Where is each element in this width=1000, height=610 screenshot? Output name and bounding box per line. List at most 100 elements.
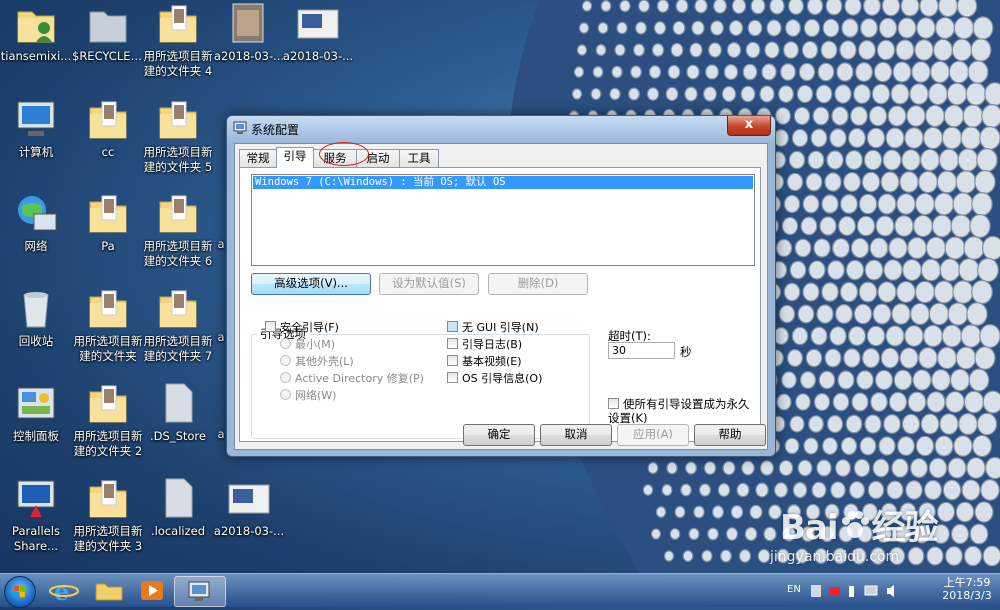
folder-icon <box>89 101 127 139</box>
facade-disc <box>745 41 761 59</box>
advanced-options-button[interactable]: 高级选项(V)... <box>251 273 371 295</box>
desktop-icon-label: Parallels <box>12 524 60 538</box>
minimal-radio[interactable]: 最小(M) <box>280 338 335 352</box>
facade-disc <box>956 0 978 18</box>
facade-disc <box>953 435 973 457</box>
set-default-button[interactable]: 设为默认值(S) <box>379 273 479 295</box>
alternate-shell-radio[interactable]: 其他外壳(L) <box>280 355 354 369</box>
permanent-settings-checkbox[interactable]: 使所有引导设置成为永久设置(K) <box>608 397 758 425</box>
os-list-item[interactable]: Windows 7 (C:\Windows) : 当前 OS; 默认 OS <box>253 176 753 189</box>
tab-boot[interactable]: 引导 <box>276 147 314 168</box>
title-bar[interactable]: 系统配置 x <box>227 116 775 142</box>
ok-button[interactable]: 确定 <box>463 424 535 446</box>
taskbar-media-player[interactable] <box>128 576 178 605</box>
os-list[interactable]: Windows 7 (C:\Windows) : 当前 OS; 默认 OS <box>251 174 755 266</box>
facade-disc <box>888 237 908 259</box>
facade-disc <box>784 437 800 455</box>
facade-disc <box>816 459 832 477</box>
safe-boot-checkbox[interactable]: 安全引导(F) <box>265 321 339 335</box>
user-folder-icon <box>17 11 55 43</box>
facade-disc <box>834 84 852 104</box>
facade-disc <box>703 461 717 475</box>
facade-disc <box>939 258 961 282</box>
facade-disc <box>710 20 724 36</box>
facade-disc <box>656 0 670 13</box>
desktop-icon[interactable]: 网络 <box>0 192 72 254</box>
desktop-icon[interactable]: 用所选项目新 建的文件夹 7 <box>142 287 214 364</box>
desktop-icon[interactable]: 控制面板 <box>0 382 72 444</box>
os-boot-info-checkbox[interactable]: OS 引导信息(O) <box>447 372 542 386</box>
desktop-icon[interactable]: a2018-03-... <box>213 477 285 539</box>
start-button[interactable] <box>4 576 36 608</box>
taskbar-explorer[interactable] <box>84 576 134 605</box>
desktop-icon[interactable]: .DS_Store <box>142 382 214 444</box>
desktop-icon[interactable]: 回收站 <box>0 287 72 349</box>
facade-disc <box>982 390 1000 414</box>
facade-disc <box>855 62 873 82</box>
facade-disc <box>930 60 950 84</box>
facade-disc <box>913 214 933 238</box>
boot-log-checkbox[interactable]: 引导日志(B) <box>447 338 522 352</box>
no-gui-boot-checkbox[interactable]: 无 GUI 引导(N) <box>447 321 539 335</box>
desktop-icon[interactable]: a2018-03-... <box>213 2 285 64</box>
base-video-checkbox[interactable]: 基本视频(E) <box>447 355 522 369</box>
cancel-button[interactable]: 取消 <box>540 424 612 446</box>
facade-disc <box>800 216 818 236</box>
watermark-url: jingyan.baidu.com <box>770 549 900 565</box>
facade-disc <box>663 550 675 562</box>
desktop-icon-label: 控制面板 <box>13 429 59 443</box>
facade-disc <box>950 214 972 238</box>
facade-disc <box>789 415 805 433</box>
desktop-icon-label: 用所选项目新 <box>143 334 213 348</box>
facade-disc <box>802 194 820 214</box>
desktop-icon[interactable]: 用所选项目新 建的文件夹 5 <box>142 98 214 175</box>
active-directory-radio[interactable]: Active Directory 修复(P) <box>280 372 424 386</box>
tab-tools[interactable]: 工具 <box>399 149 439 167</box>
network-radio[interactable]: 网络(W) <box>280 389 336 403</box>
facade-disc <box>918 347 938 369</box>
apply-button[interactable]: 应用(A) <box>617 424 689 446</box>
desktop-icon[interactable]: Pa <box>72 192 144 254</box>
desktop-icon-label: cc <box>101 145 115 159</box>
facade-disc <box>942 479 962 501</box>
clock[interactable]: 上午7:59 2018/3/3 <box>936 576 998 602</box>
timeout-input[interactable]: 30 <box>608 342 675 359</box>
facade-disc <box>925 236 947 260</box>
network-icon <box>18 196 57 231</box>
desktop-icon[interactable]: $RECYCLE.... <box>72 2 144 64</box>
desktop-icon[interactable]: 用所选项目新 建的文件夹 2 <box>72 382 144 459</box>
alternate-shell-label: 其他外壳(L) <box>295 355 354 368</box>
desktop-icon-label: 用所选项目新 <box>73 429 143 443</box>
os-boot-info-label: OS 引导信息(O) <box>462 372 543 385</box>
desktop-icon[interactable]: 用所选项目新 建的文件夹 4 <box>142 2 214 79</box>
facade-disc <box>791 128 809 148</box>
close-button[interactable]: x <box>727 116 771 136</box>
desktop-icon[interactable]: 用所选项目新 建的文件夹 6 <box>142 192 214 269</box>
facade-disc <box>721 85 737 103</box>
facade-disc <box>803 18 821 38</box>
help-button[interactable]: 帮助 <box>694 424 766 446</box>
desktop-icon[interactable]: tiansemixi... <box>0 2 72 64</box>
desktop-icon[interactable]: 用所选项目新 建的文件夹 <box>72 287 144 364</box>
desktop-icon[interactable]: a2018-03-... <box>282 2 354 64</box>
facade-disc <box>939 413 959 435</box>
desktop-icon[interactable]: 计算机 <box>0 98 72 160</box>
desktop-icon[interactable]: cc <box>72 98 144 160</box>
desktop-icon[interactable]: .localized <box>142 477 214 539</box>
facade-disc <box>600 0 612 13</box>
language-indicator[interactable]: EN <box>787 584 801 595</box>
facade-disc <box>873 61 893 83</box>
tab-general[interactable]: 常规 <box>239 149 277 167</box>
facade-disc <box>755 482 769 498</box>
taskbar-system-config[interactable] <box>174 576 226 607</box>
desktop-icon[interactable]: 用所选项目新 建的文件夹 3 <box>72 477 144 554</box>
facade-disc <box>934 435 954 457</box>
taskbar-ie[interactable]: e <box>40 576 90 606</box>
desktop-icon[interactable]: Parallels Share... <box>0 477 72 554</box>
facade-disc <box>792 481 808 499</box>
facade-disc <box>635 21 647 35</box>
facade-disc <box>860 18 878 38</box>
facade-disc <box>969 523 989 545</box>
facade-disc <box>958 258 980 282</box>
delete-button[interactable]: 删除(D) <box>488 273 588 295</box>
